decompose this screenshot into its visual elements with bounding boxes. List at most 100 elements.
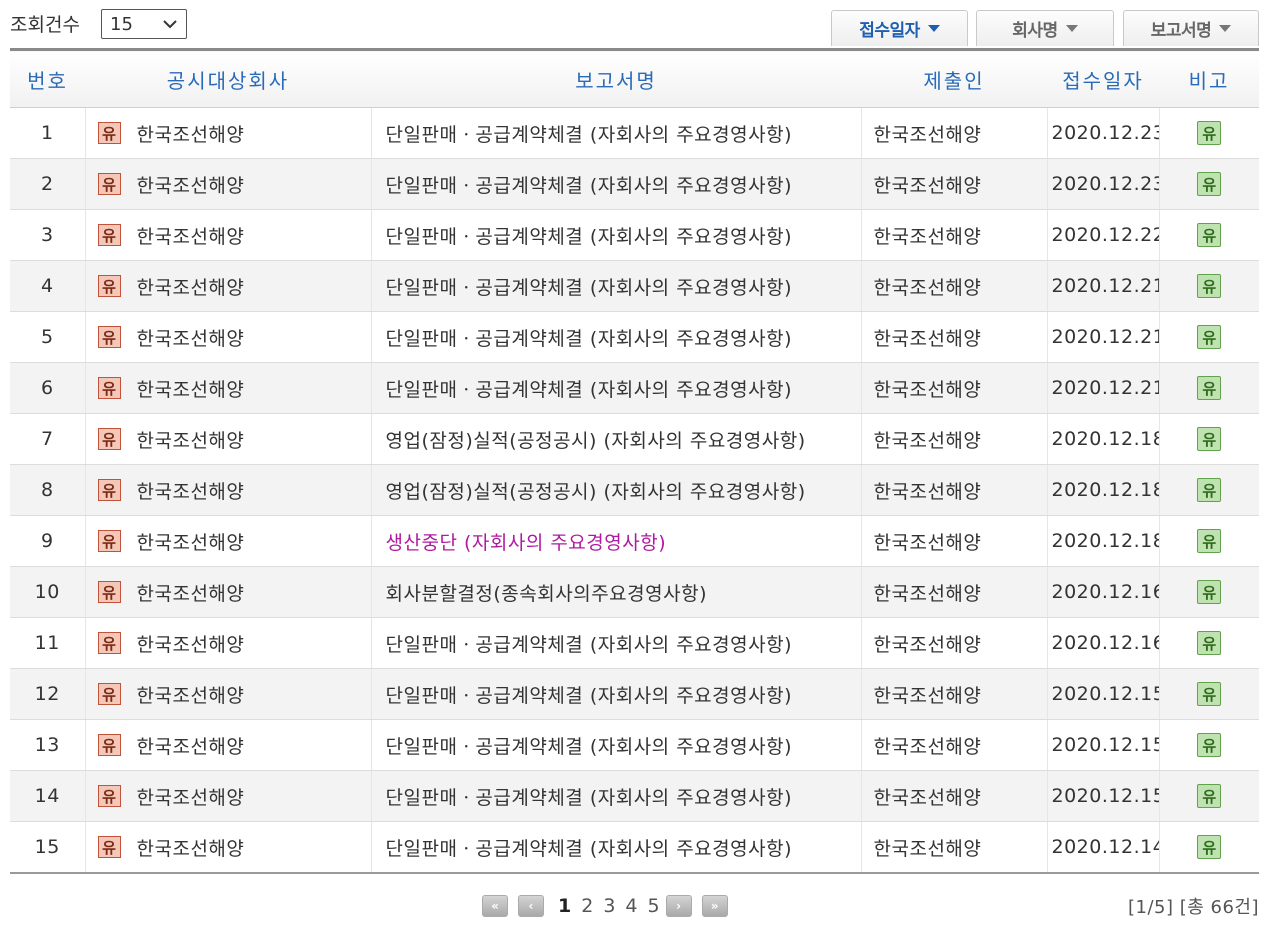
chevron-down-icon <box>163 20 177 29</box>
row-number: 15 <box>10 821 85 874</box>
company-link[interactable]: 한국조선해양 <box>137 634 245 656</box>
note-badge-icon[interactable]: 유 <box>1197 223 1222 247</box>
report-cell: 단일판매ㆍ공급계약체결 (자회사의 주요경영사항) <box>370 311 861 363</box>
table-row: 10 유 한국조선해양 회사분할결정(종속회사의주요경영사항) 한국조선해양 2020.1… <box>10 566 1259 618</box>
report-cell: 단일판매ㆍ공급계약체결 (자회사의 주요경영사항) <box>370 209 861 261</box>
note-badge-icon[interactable]: 유 <box>1197 172 1222 196</box>
date-cell: 2020.12.15 <box>1046 668 1159 720</box>
row-number: 5 <box>10 311 85 363</box>
company-link[interactable]: 한국조선해양 <box>137 124 245 146</box>
report-link[interactable]: 단일판매ㆍ공급계약체결 (자회사의 주요경영사항) <box>386 226 793 248</box>
company-link[interactable]: 한국조선해양 <box>137 175 245 197</box>
company-link[interactable]: 한국조선해양 <box>137 328 245 350</box>
note-badge-icon[interactable]: 유 <box>1197 376 1222 400</box>
triangle-down-icon <box>1219 25 1232 32</box>
report-link[interactable]: 단일판매ㆍ공급계약체결 (자회사의 주요경영사항) <box>386 379 793 401</box>
sort-by-date-button[interactable]: 접수일자 <box>831 10 968 46</box>
report-link[interactable]: 단일판매ㆍ공급계약체결 (자회사의 주요경영사항) <box>386 685 793 707</box>
market-badge-icon: 유 <box>97 530 121 552</box>
company-link[interactable]: 한국조선해양 <box>137 277 245 299</box>
note-badge-icon[interactable]: 유 <box>1197 274 1222 298</box>
note-badge-icon[interactable]: 유 <box>1197 325 1222 349</box>
first-page-button[interactable]: « <box>482 895 508 917</box>
company-cell: 유 한국조선해양 <box>84 464 371 516</box>
table-row: 4 유 한국조선해양 단일판매ㆍ공급계약체결 (자회사의 주요경영사항) 한국조선해양 2… <box>10 260 1259 312</box>
report-link[interactable]: 회사분할결정(종속회사의주요경영사항) <box>386 583 708 605</box>
page-number-link[interactable]: 5 <box>648 895 660 917</box>
table-row: 3 유 한국조선해양 단일판매ㆍ공급계약체결 (자회사의 주요경영사항) 한국조선해양 2… <box>10 209 1259 261</box>
market-badge-icon: 유 <box>97 479 121 501</box>
note-badge-icon[interactable]: 유 <box>1197 427 1222 451</box>
page-number-link[interactable]: 1 <box>558 895 571 917</box>
company-link[interactable]: 한국조선해양 <box>137 226 245 248</box>
row-number: 2 <box>10 158 85 210</box>
triangle-down-icon <box>927 25 940 32</box>
submitter-cell: 한국조선해양 <box>860 158 1047 210</box>
company-link[interactable]: 한국조선해양 <box>137 736 245 758</box>
report-link[interactable]: 생산중단 (자회사의 주요경영사항) <box>386 532 667 554</box>
date-cell: 2020.12.23 <box>1046 107 1159 159</box>
page-number-link[interactable]: 4 <box>625 895 637 917</box>
report-link[interactable]: 영업(잠정)실적(공정공시) (자회사의 주요경영사항) <box>386 481 806 503</box>
submitter-cell: 한국조선해양 <box>860 362 1047 414</box>
company-link[interactable]: 한국조선해양 <box>137 379 245 401</box>
date-cell: 2020.12.23 <box>1046 158 1159 210</box>
date-cell: 2020.12.16 <box>1046 617 1159 669</box>
note-badge-icon[interactable]: 유 <box>1197 529 1222 553</box>
prev-page-button[interactable]: ‹ <box>518 895 544 917</box>
company-cell: 유 한국조선해양 <box>84 260 371 312</box>
next-page-button[interactable]: › <box>665 895 692 917</box>
report-link[interactable]: 단일판매ㆍ공급계약체결 (자회사의 주요경영사항) <box>386 124 793 146</box>
market-badge-icon: 유 <box>97 632 121 654</box>
company-cell: 유 한국조선해양 <box>84 770 371 822</box>
company-link[interactable]: 한국조선해양 <box>137 532 245 554</box>
page-number-link[interactable]: 3 <box>603 895 615 917</box>
report-link[interactable]: 단일판매ㆍ공급계약체결 (자회사의 주요경영사항) <box>386 277 793 299</box>
company-cell: 유 한국조선해양 <box>84 719 371 771</box>
company-link[interactable]: 한국조선해양 <box>137 685 245 707</box>
last-page-button[interactable]: » <box>701 895 728 917</box>
note-badge-icon[interactable]: 유 <box>1197 580 1222 604</box>
company-link[interactable]: 한국조선해양 <box>137 838 245 860</box>
date-cell: 2020.12.22 <box>1046 209 1159 261</box>
company-link[interactable]: 한국조선해양 <box>137 583 245 605</box>
submitter-cell: 한국조선해양 <box>860 668 1047 720</box>
report-link[interactable]: 단일판매ㆍ공급계약체결 (자회사의 주요경영사항) <box>386 634 793 656</box>
report-link[interactable]: 단일판매ㆍ공급계약체결 (자회사의 주요경영사항) <box>386 328 793 350</box>
company-link[interactable]: 한국조선해양 <box>137 430 245 452</box>
report-link[interactable]: 단일판매ㆍ공급계약체결 (자회사의 주요경영사항) <box>386 787 793 809</box>
report-link[interactable]: 단일판매ㆍ공급계약체결 (자회사의 주요경영사항) <box>386 175 793 197</box>
report-link[interactable]: 단일판매ㆍ공급계약체결 (자회사의 주요경영사항) <box>386 838 793 860</box>
table-row: 11 유 한국조선해양 단일판매ㆍ공급계약체결 (자회사의 주요경영사항) 한국조선해양… <box>10 617 1259 669</box>
report-link[interactable]: 단일판매ㆍ공급계약체결 (자회사의 주요경영사항) <box>386 736 793 758</box>
table-row: 7 유 한국조선해양 영업(잠정)실적(공정공시) (자회사의 주요경영사항) 한국조선… <box>10 413 1259 465</box>
submitter-cell: 한국조선해양 <box>860 821 1047 874</box>
row-number: 7 <box>10 413 85 465</box>
note-cell: 유 <box>1158 209 1259 261</box>
row-number: 13 <box>10 719 85 771</box>
note-cell: 유 <box>1158 311 1259 363</box>
page-number-link[interactable]: 2 <box>581 895 593 917</box>
sort-by-company-button[interactable]: 회사명 <box>976 10 1114 46</box>
note-badge-icon[interactable]: 유 <box>1197 121 1222 145</box>
company-cell: 유 한국조선해양 <box>84 413 371 465</box>
submitter-cell: 한국조선해양 <box>860 515 1047 567</box>
note-cell: 유 <box>1158 719 1259 771</box>
note-badge-icon[interactable]: 유 <box>1197 733 1222 757</box>
note-badge-icon[interactable]: 유 <box>1197 478 1222 502</box>
date-cell: 2020.12.15 <box>1046 719 1159 771</box>
company-link[interactable]: 한국조선해양 <box>137 787 245 809</box>
company-link[interactable]: 한국조선해양 <box>137 481 245 503</box>
note-badge-icon[interactable]: 유 <box>1197 784 1222 808</box>
company-cell: 유 한국조선해양 <box>84 617 371 669</box>
row-number: 10 <box>10 566 85 618</box>
report-link[interactable]: 영업(잠정)실적(공정공시) (자회사의 주요경영사항) <box>386 430 806 452</box>
note-badge-icon[interactable]: 유 <box>1197 631 1222 655</box>
count-select[interactable]: 15 <box>101 9 187 39</box>
row-number: 1 <box>10 107 85 159</box>
note-badge-icon[interactable]: 유 <box>1197 682 1222 706</box>
market-badge-icon: 유 <box>97 275 121 297</box>
note-badge-icon[interactable]: 유 <box>1197 835 1222 859</box>
submitter-cell: 한국조선해양 <box>860 464 1047 516</box>
sort-by-report-button[interactable]: 보고서명 <box>1123 10 1259 46</box>
